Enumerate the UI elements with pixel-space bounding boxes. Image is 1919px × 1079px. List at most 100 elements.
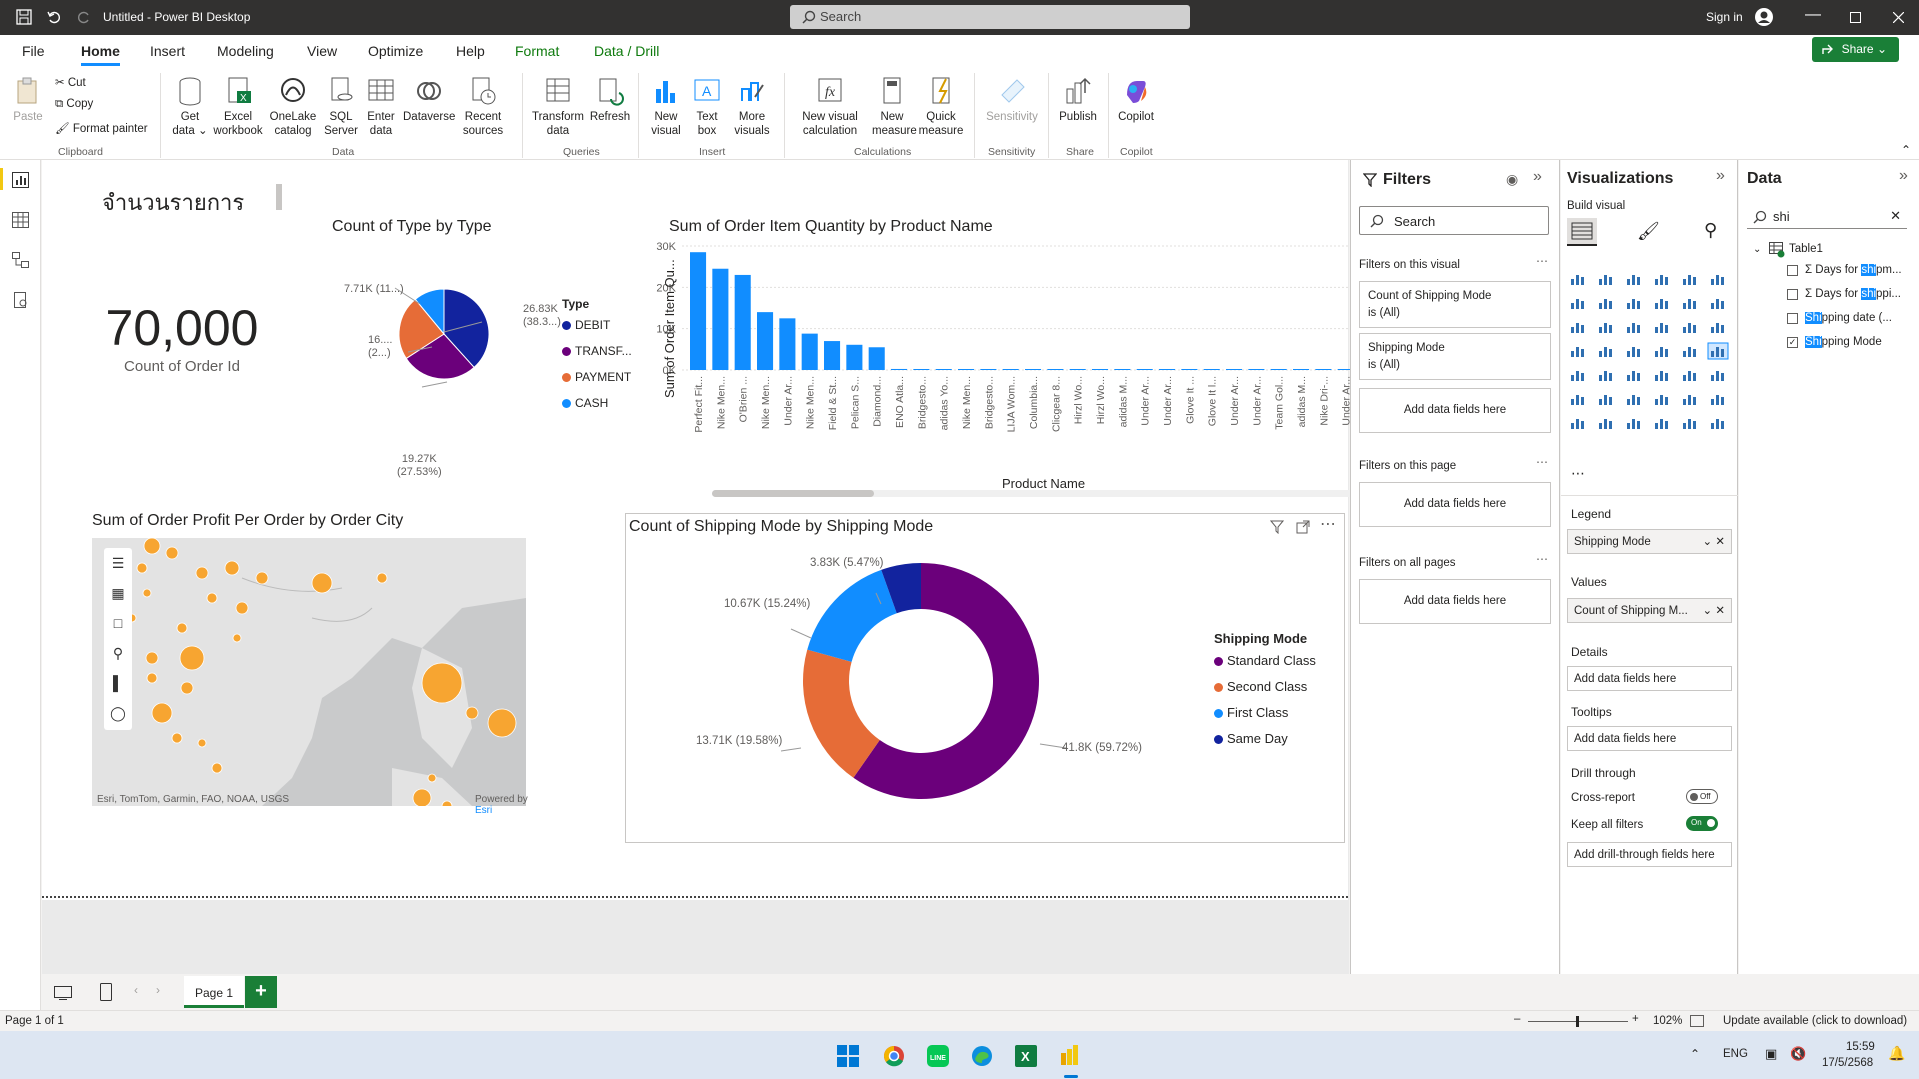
field-name[interactable]: Shipping date (... [1805,312,1892,324]
map-bubble[interactable] [197,738,207,748]
visual-type-icon[interactable] [1567,318,1589,336]
zoom-slider[interactable] [1528,1016,1628,1027]
field-name[interactable]: Shipping Mode [1805,336,1882,348]
table-name[interactable]: Table1 [1789,243,1823,255]
visual-type-icon[interactable] [1595,366,1617,384]
visual-type-icon[interactable] [1623,390,1645,408]
power-bi-taskbar-icon[interactable] [1059,1043,1081,1067]
publish-button[interactable]: Publish [1055,75,1101,124]
visual-type-icon[interactable] [1567,414,1589,432]
bar[interactable] [913,369,930,370]
new-visual-button[interactable]: New visual [648,75,684,138]
visual-type-icon[interactable] [1623,270,1645,288]
clear-search-icon[interactable]: ✕ [1890,208,1901,224]
redo-icon[interactable] [76,9,92,25]
expand-table-icon[interactable]: ⌄ [1753,244,1761,255]
bar[interactable] [712,268,729,370]
visual-type-icon[interactable] [1707,270,1729,288]
paste-button[interactable]: Paste [10,75,46,124]
bar[interactable] [1002,369,1019,370]
report-page[interactable]: จำนวนรายการ 70,000 Count of Order Id Cou… [42,160,1354,900]
bar[interactable] [1293,369,1310,370]
more-icon[interactable]: ⋯ [1536,254,1548,268]
eye-icon[interactable]: ◉ [1506,171,1518,188]
visual-type-icon[interactable] [1651,318,1673,336]
visual-type-icon[interactable] [1707,294,1729,312]
field-checkbox[interactable] [1787,313,1798,324]
visual-type-icon[interactable] [1651,366,1673,384]
format-tab-icon[interactable]: 🖌 [1637,221,1660,242]
visual-type-icon[interactable] [1623,342,1645,360]
excel-button[interactable]: X Excel workbook [212,75,264,138]
donut-chart-visual[interactable]: Count of Shipping Mode by Shipping Mode … [625,513,1345,843]
visual-type-icon[interactable] [1567,342,1589,360]
map-bubble[interactable] [151,702,173,724]
refresh-button[interactable]: Refresh [588,75,632,124]
volume-icon[interactable]: 🔇 [1790,1046,1806,1062]
save-icon[interactable] [16,9,32,25]
map-bubble[interactable] [232,633,242,643]
visual-type-icon[interactable] [1595,294,1617,312]
visual-type-icon[interactable] [1623,318,1645,336]
filters-search-input[interactable]: Search [1359,206,1549,235]
filter-card-shipping-mode[interactable]: Shipping Mode is (All) [1359,333,1551,380]
update-available-link[interactable]: Update available (click to download) [1723,1015,1907,1027]
onelake-button[interactable]: OneLake catalog [268,75,318,138]
language-indicator[interactable]: ENG [1723,1048,1748,1060]
visual-type-icon[interactable] [1623,366,1645,384]
donut-legend-item[interactable]: Same Day [1214,726,1316,752]
format-painter-button[interactable]: 🖌 Format painter [55,121,148,135]
visual-type-icon[interactable] [1623,414,1645,432]
new-measure-button[interactable]: New measure [872,75,917,138]
map-bubble[interactable] [421,662,463,704]
values-well[interactable]: Count of Shipping M... ⌄ ✕ [1567,598,1732,623]
visual-type-icon[interactable] [1679,342,1701,360]
sensitivity-button[interactable]: Sensitivity [984,75,1040,124]
bar[interactable] [757,312,774,370]
bars-icon[interactable]: ▌ [104,668,132,698]
zoom-in-button[interactable]: + [1632,1013,1639,1025]
visual-type-icon[interactable] [1679,318,1701,336]
enter-data-button[interactable]: Enter data [362,75,400,138]
map-bubble[interactable] [142,588,152,598]
field-name[interactable]: Σ Days for shipm... [1805,264,1902,276]
map-bubble[interactable] [143,538,161,555]
menu-data-drill[interactable]: Data / Drill [594,43,659,59]
collapse-filters-icon[interactable]: » [1533,168,1542,186]
zoom-out-button[interactable]: – [1514,1013,1520,1025]
bar[interactable] [980,369,997,370]
visual-type-icon[interactable] [1595,414,1617,432]
donut-legend-item[interactable]: First Class [1214,700,1316,726]
visual-type-icon[interactable] [1707,318,1729,336]
add-visual-filter-dropzone[interactable]: Add data fields here [1359,388,1551,433]
cross-report-toggle[interactable]: Off [1686,789,1718,804]
map-bubble[interactable] [211,762,223,774]
map-bubble[interactable] [311,572,333,594]
bar[interactable] [846,344,863,370]
visual-type-icon[interactable] [1595,318,1617,336]
bar[interactable] [824,341,841,370]
line-app-icon[interactable]: LINE [927,1045,949,1067]
search-input[interactable]: Search [790,5,1190,29]
visual-type-icon[interactable] [1651,342,1673,360]
keep-filters-toggle[interactable]: On [1686,816,1718,831]
show-hidden-icons[interactable]: ⌃ [1690,1047,1700,1061]
pie-chart-visual[interactable]: Count of Type by Type 26.83K (38.3...) 1… [332,218,632,478]
visual-type-icon[interactable] [1651,270,1673,288]
bar[interactable] [1203,369,1220,370]
recent-sources-button[interactable]: Recent sources [458,75,508,138]
kpi-card[interactable]: 70,000 Count of Order Id [92,300,272,375]
bar[interactable] [801,333,818,370]
bar[interactable] [891,368,908,370]
analytics-tab-icon[interactable]: ⚲ [1704,220,1717,241]
filter-icon[interactable] [1270,520,1284,534]
table-view-icon[interactable] [12,212,29,228]
add-page-button[interactable]: + [245,976,277,1008]
map-bubble[interactable] [180,681,194,695]
legend-well[interactable]: Shipping Mode ⌄ ✕ [1567,529,1732,554]
visual-type-icon[interactable] [1679,294,1701,312]
visual-type-icon[interactable] [1595,270,1617,288]
location-icon[interactable]: ◯ [104,698,132,728]
visual-type-icon[interactable] [1595,342,1617,360]
visual-type-icon[interactable] [1651,414,1673,432]
